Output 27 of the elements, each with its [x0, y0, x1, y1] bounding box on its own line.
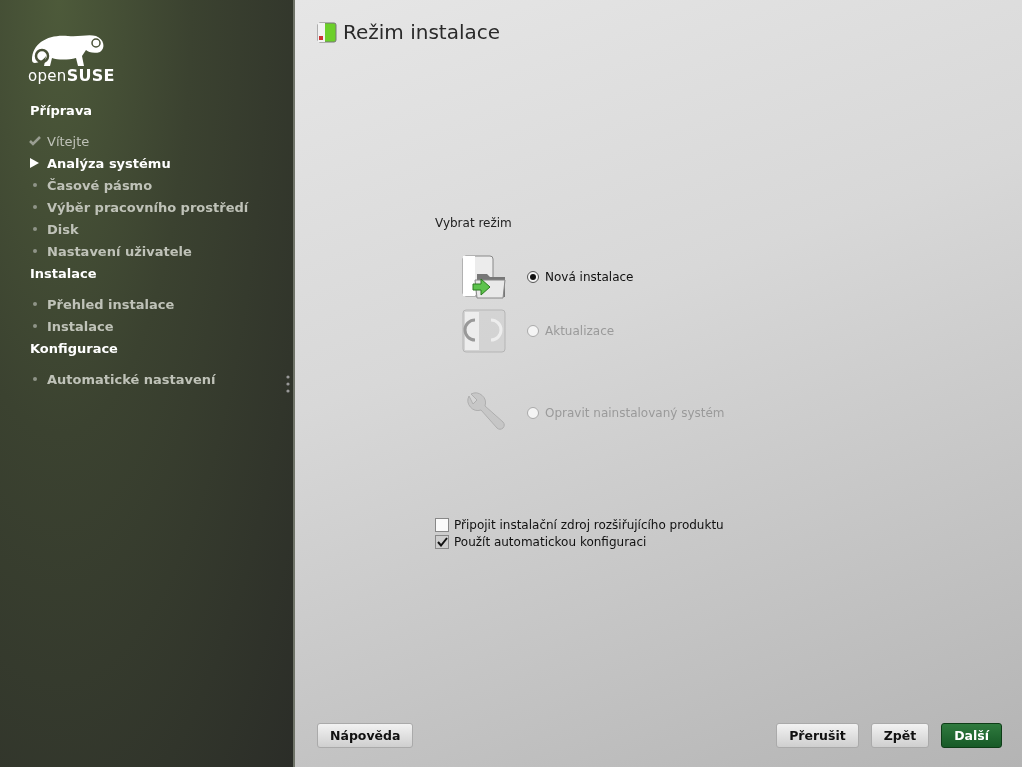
sidebar-step: Výběr pracovního prostředí	[47, 199, 249, 215]
checkmark-icon	[436, 537, 448, 547]
sidebar-step: Automatické nastavení	[47, 371, 216, 387]
checkbox[interactable]: Připojit instalační zdroj rozšiřujícího produktu	[435, 518, 1002, 532]
sidebar-step: Disk	[47, 221, 79, 237]
sidebar-section-title: Konfigurace	[29, 341, 119, 356]
sidebar-section-title: Příprava	[29, 103, 94, 118]
group-label: Vybrat režim	[435, 216, 513, 230]
next-button[interactable]: Další	[941, 723, 1002, 748]
update-drive-icon	[461, 308, 507, 354]
dialog-button[interactable]: Přerušit	[776, 723, 859, 748]
installer-icon	[317, 21, 337, 43]
page-title: Režim instalace	[343, 20, 501, 44]
sidebar-step: Přehled instalace	[47, 296, 175, 312]
help-button[interactable]: Nápověda	[317, 723, 414, 748]
sidebar-step: Analýza systému	[47, 155, 171, 171]
splitter-grip-icon[interactable]	[286, 374, 290, 394]
sidebar-step: Instalace	[47, 318, 114, 334]
dialog-button[interactable]: Zpět	[870, 723, 930, 748]
sidebar-step: Nastavení uživatele	[47, 243, 192, 259]
checkbox[interactable]: Použít automatickou konfiguraci	[435, 535, 1002, 549]
sidebar-section-title: Instalace	[29, 266, 98, 281]
sidebar-step: Časové pásmo	[47, 177, 153, 193]
logo-text: openSUSE	[28, 66, 116, 85]
sidebar-step: Vítejte	[47, 133, 90, 149]
radio-option[interactable]: Nová instalace	[527, 270, 634, 284]
install-drive-icon	[461, 254, 507, 300]
